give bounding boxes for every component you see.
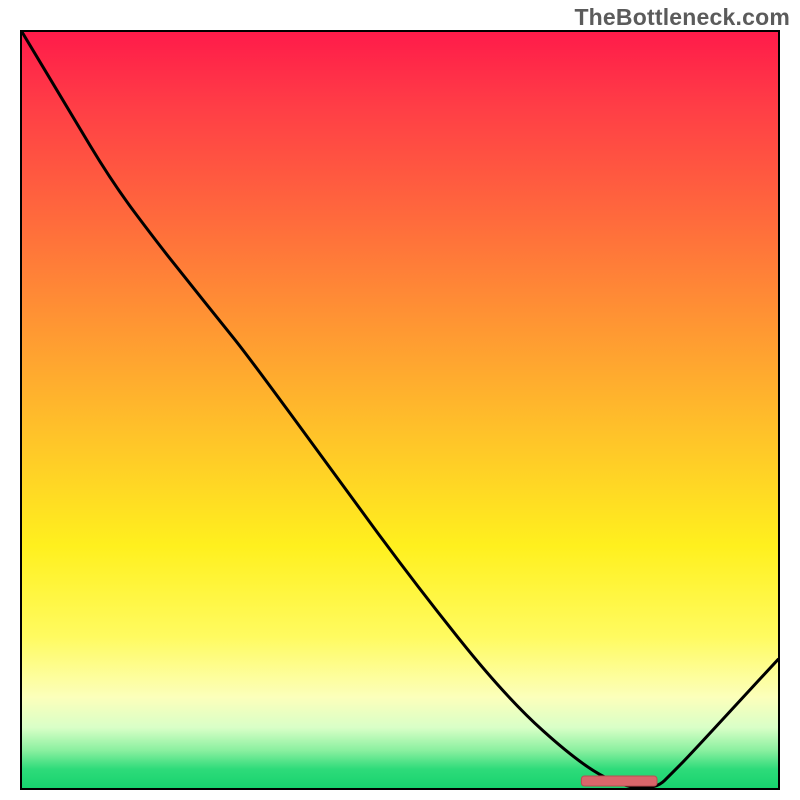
optimum-marker: [581, 776, 657, 786]
watermark-text: TheBottleneck.com: [574, 4, 790, 31]
chart-container: TheBottleneck.com: [0, 0, 800, 800]
chart-svg: [22, 32, 778, 788]
plot-frame: [20, 30, 780, 790]
bottleneck-curve: [22, 32, 778, 788]
